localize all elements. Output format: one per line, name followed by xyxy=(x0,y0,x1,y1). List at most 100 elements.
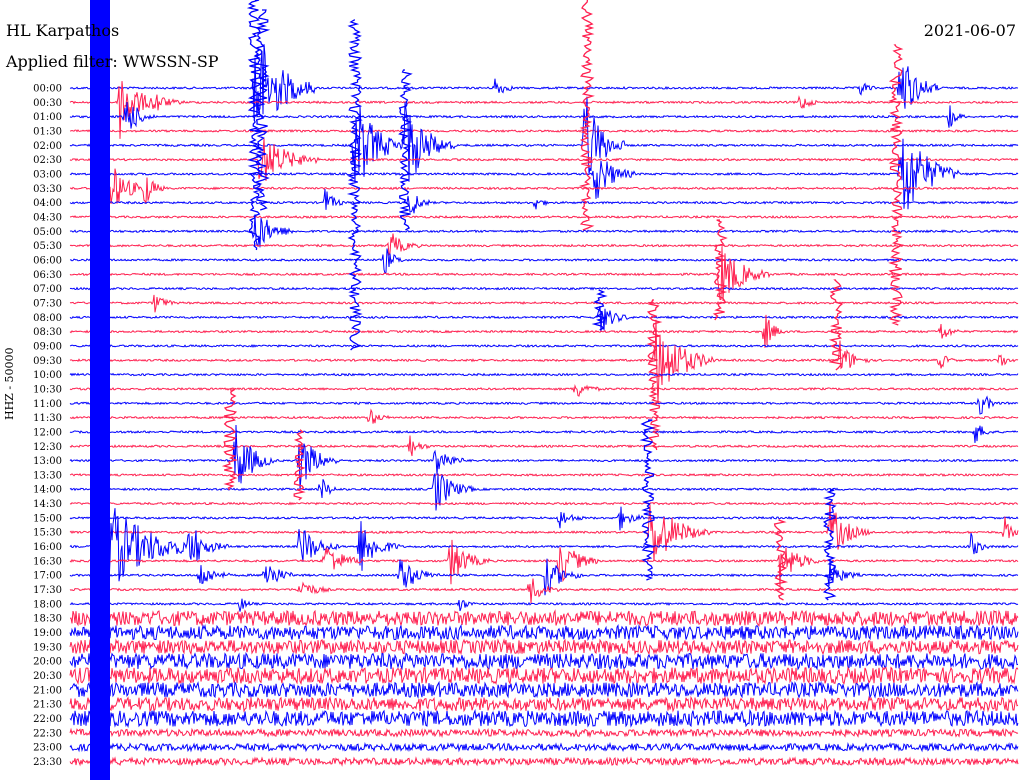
trace-line xyxy=(69,609,1019,628)
trace-line xyxy=(69,81,1019,139)
time-label: 04:00 xyxy=(33,198,62,209)
trace-line xyxy=(69,638,1019,656)
trace-line xyxy=(69,472,1019,477)
trace-line xyxy=(69,666,1019,686)
time-label: 17:30 xyxy=(33,585,62,596)
trace-line xyxy=(69,501,1019,562)
trace-line xyxy=(69,506,1019,531)
event-spike xyxy=(398,69,413,231)
trace-line xyxy=(69,101,1019,129)
time-label: 20:30 xyxy=(33,671,62,682)
trace-line xyxy=(69,727,1019,739)
time-label: 01:00 xyxy=(33,112,62,123)
trace-line xyxy=(69,623,1019,642)
event-spike xyxy=(639,419,656,581)
seismogram-traces xyxy=(69,44,1019,767)
time-label: 15:30 xyxy=(33,528,62,539)
time-label: 18:00 xyxy=(33,599,62,610)
channel-axis-label: HHZ - 50000 xyxy=(3,347,16,420)
time-label: 16:30 xyxy=(33,556,62,567)
time-axis-labels: 00:00 00:30 01:00 01:30 02:00 02:30 03:00 03:30… xyxy=(33,84,62,769)
trace-line xyxy=(69,680,1019,699)
time-label: 10:00 xyxy=(33,370,62,381)
trace-line xyxy=(69,383,1019,397)
time-label: 16:00 xyxy=(33,542,62,553)
time-label: 01:30 xyxy=(33,127,62,138)
time-label: 04:30 xyxy=(33,213,62,224)
time-label: 17:00 xyxy=(33,571,62,582)
trace-line xyxy=(69,695,1019,713)
time-label: 21:00 xyxy=(33,685,62,696)
trace-line xyxy=(69,214,1019,248)
trace-line xyxy=(69,408,1019,424)
time-label: 07:00 xyxy=(33,284,62,295)
trace-line xyxy=(69,246,1019,302)
time-label: 14:30 xyxy=(33,499,62,510)
time-label: 18:30 xyxy=(33,614,62,625)
time-label: 07:30 xyxy=(33,298,62,309)
trace-line xyxy=(69,188,1019,214)
trace-line xyxy=(69,598,1019,612)
trace-line xyxy=(69,294,1019,313)
trace-line xyxy=(69,395,1019,415)
trace-line xyxy=(69,129,1019,133)
time-label: 03:00 xyxy=(33,170,62,181)
date-label: 2021-06-07 xyxy=(923,21,1016,40)
station-name: HL Karpathos xyxy=(6,21,120,40)
seismogram-plot: 00:00 00:30 01:00 01:30 02:00 02:30 03:00 03:30… xyxy=(33,0,1019,780)
time-label: 21:30 xyxy=(33,700,62,711)
time-label: 19:00 xyxy=(33,628,62,639)
time-label: 05:30 xyxy=(33,241,62,252)
trace-line xyxy=(69,652,1019,671)
trace-line xyxy=(69,501,1019,506)
event-spike xyxy=(828,279,844,371)
trace-line xyxy=(69,343,1019,348)
trace-line xyxy=(69,248,1019,275)
time-label: 08:00 xyxy=(33,313,62,324)
time-label: 22:00 xyxy=(33,714,62,725)
trace-line xyxy=(69,425,1019,443)
time-label: 13:30 xyxy=(33,470,62,481)
time-label: 13:00 xyxy=(33,456,62,467)
time-label: 05:00 xyxy=(33,227,62,238)
time-label: 00:00 xyxy=(33,84,62,95)
time-label: 02:30 xyxy=(33,155,62,166)
trace-line xyxy=(69,233,1019,256)
trace-line xyxy=(69,741,1019,753)
time-label: 08:30 xyxy=(33,327,62,338)
trace-line xyxy=(69,473,1019,511)
time-label: 11:30 xyxy=(33,413,62,424)
time-label: 03:30 xyxy=(33,184,62,195)
time-label: 06:30 xyxy=(33,270,62,281)
time-label: 15:00 xyxy=(33,513,62,524)
time-label: 23:00 xyxy=(33,743,62,754)
time-label: 12:00 xyxy=(33,427,62,438)
trace-line xyxy=(69,138,1019,210)
time-label: 09:30 xyxy=(33,356,62,367)
saturated-event xyxy=(90,0,110,780)
time-label: 23:30 xyxy=(33,757,62,768)
trace-line xyxy=(69,305,1019,332)
trace-line xyxy=(69,372,1019,377)
trace-line xyxy=(69,96,1019,183)
time-label: 14:00 xyxy=(33,485,62,496)
trace-line xyxy=(69,286,1019,291)
trace-line xyxy=(69,435,1019,457)
time-label: 06:00 xyxy=(33,256,62,267)
time-label: 11:00 xyxy=(33,399,62,410)
trace-line xyxy=(69,314,1019,348)
time-label: 12:30 xyxy=(33,442,62,453)
event-spike xyxy=(346,19,363,351)
time-label: 02:00 xyxy=(33,141,62,152)
trace-line xyxy=(69,424,1019,490)
time-label: 22:30 xyxy=(33,728,62,739)
trace-line xyxy=(69,214,1019,219)
time-label: 00:30 xyxy=(33,98,62,109)
time-label: 20:00 xyxy=(33,657,62,668)
filter-label: Applied filter: WWSSN-SP xyxy=(6,52,219,71)
time-label: 09:00 xyxy=(33,341,62,352)
trace-line xyxy=(69,756,1019,767)
time-label: 10:30 xyxy=(33,384,62,395)
time-label: 19:30 xyxy=(33,642,62,653)
trace-line xyxy=(69,708,1019,729)
